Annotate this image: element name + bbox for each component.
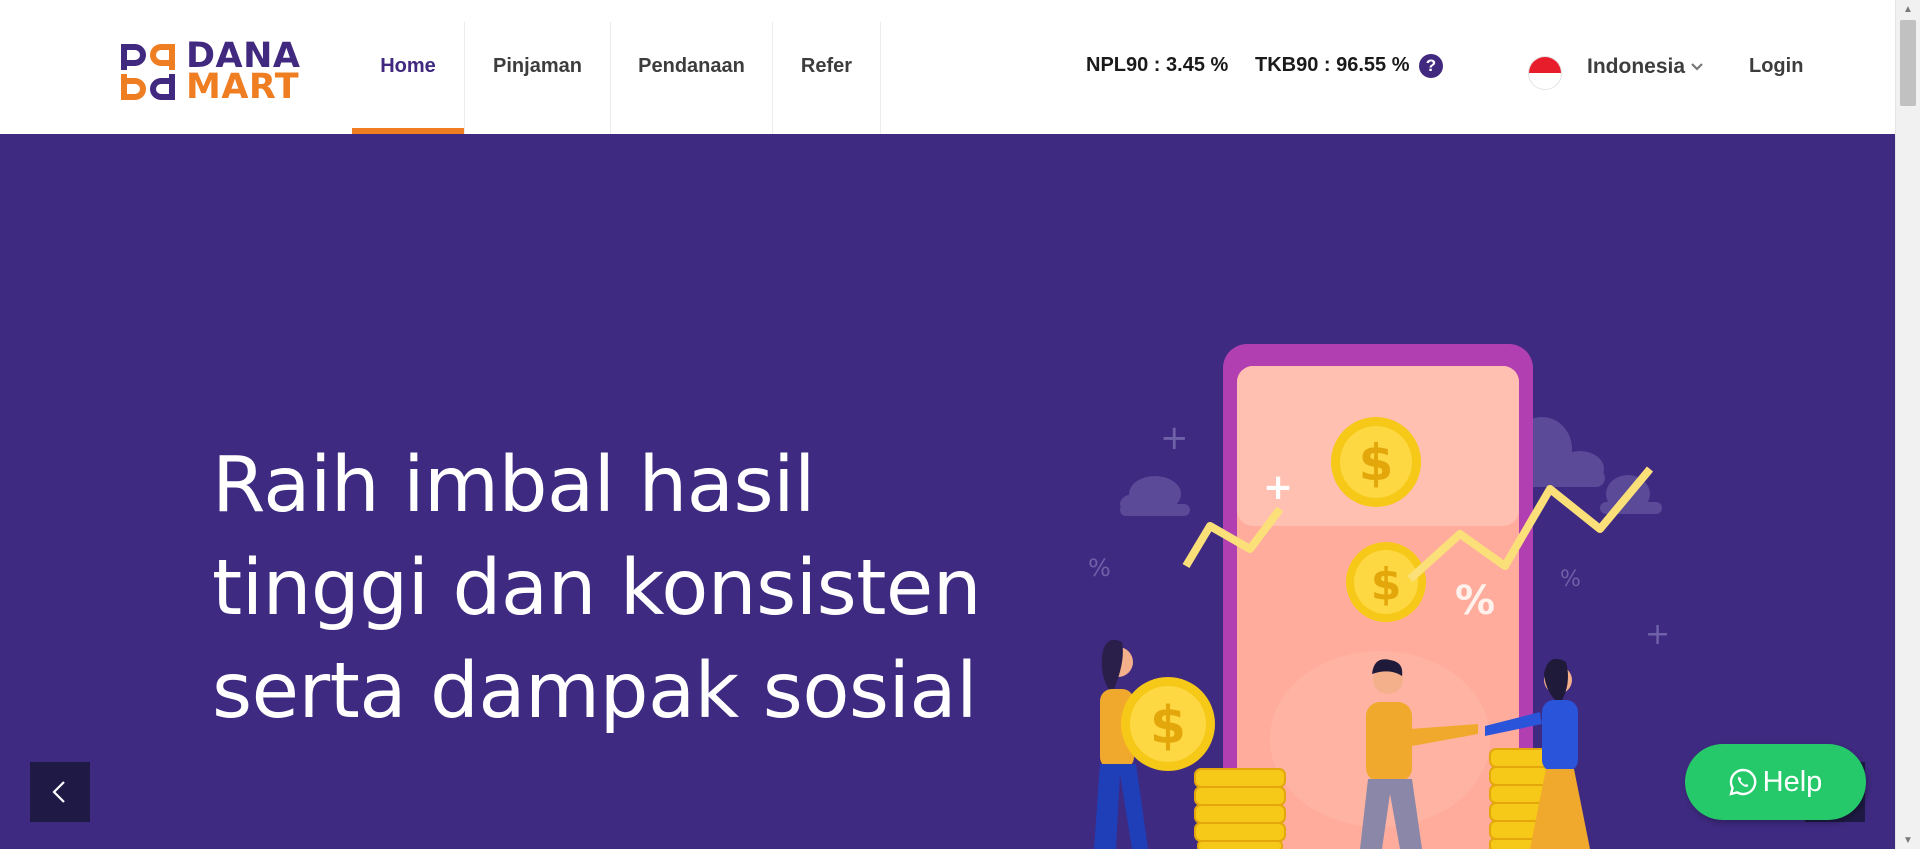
percent-mark: %	[1088, 554, 1111, 582]
nav-item-pendanaan[interactable]: Pendanaan	[611, 22, 773, 134]
hero-headline-line: tinggi dan konsisten	[212, 544, 982, 633]
site-header: DANA MART Home Pinjaman Pendanaan Refer …	[0, 0, 1895, 134]
help-button-label: Help	[1762, 765, 1823, 798]
plus-mark: +	[1160, 418, 1189, 458]
page-scrollbar[interactable]: ▲ ▼	[1895, 0, 1920, 849]
logo-wordmark: DANA MART	[186, 39, 301, 107]
tkb90-stat: TKB90 : 96.55 %	[1255, 54, 1410, 76]
logo-mark-icon	[121, 44, 175, 100]
logo-text-mart: MART	[186, 67, 300, 107]
dollar-coin-icon: $	[1150, 696, 1186, 756]
plus-mark: +	[1645, 617, 1670, 652]
nav-item-pinjaman[interactable]: Pinjaman	[465, 22, 611, 134]
hero-carousel: Raih imbal hasil tinggi dan konsisten se…	[0, 134, 1895, 849]
whatsapp-icon	[1728, 768, 1757, 796]
question-circle-icon[interactable]: ?	[1419, 54, 1443, 78]
investment-illustration: + + % % % + $ $ $	[1088, 344, 1670, 849]
language-selector[interactable]: Indonesia	[1587, 55, 1703, 79]
whatsapp-help-button[interactable]: Help	[1685, 744, 1866, 820]
plus-mark: +	[1263, 467, 1293, 508]
nav-item-refer[interactable]: Refer	[773, 22, 881, 134]
indonesia-flag-icon[interactable]	[1528, 56, 1562, 90]
percent-mark: %	[1560, 567, 1581, 592]
danamart-logo[interactable]: DANA MART	[117, 39, 309, 107]
login-link[interactable]: Login	[1749, 55, 1803, 78]
scroll-up-arrow-icon[interactable]: ▲	[1896, 0, 1920, 18]
dollar-coin-icon: $	[1371, 559, 1402, 610]
language-label: Indonesia	[1587, 55, 1686, 78]
dollar-coin-icon: $	[1359, 434, 1394, 492]
scroll-down-arrow-icon[interactable]: ▼	[1896, 831, 1920, 849]
scrollbar-thumb[interactable]	[1900, 20, 1916, 106]
percent-mark: %	[1455, 578, 1495, 624]
chevron-down-icon	[1691, 63, 1703, 71]
chevron-left-icon	[52, 781, 65, 803]
carousel-prev-button[interactable]	[30, 762, 90, 822]
hero-headline: Raih imbal hasil tinggi dan konsisten se…	[212, 434, 1012, 743]
npl90-stat: NPL90 : 3.45 %	[1086, 54, 1229, 76]
hero-headline-line: Raih imbal hasil	[212, 441, 815, 530]
hero-headline-line: serta dampak sosial	[212, 647, 978, 736]
main-nav: Home Pinjaman Pendanaan Refer	[352, 22, 881, 134]
nav-item-home[interactable]: Home	[352, 22, 465, 134]
